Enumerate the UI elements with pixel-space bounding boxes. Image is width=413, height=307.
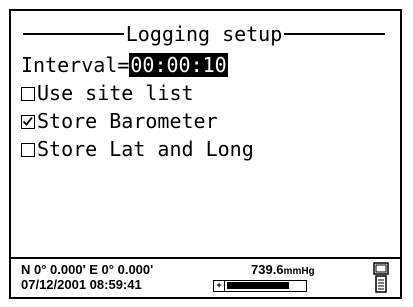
interval-row[interactable]: Interval=00:00:10 xyxy=(21,51,228,79)
checkbox-use-site-list[interactable] xyxy=(21,87,35,101)
checkbox-store-barometer[interactable] xyxy=(21,115,35,129)
device-screen: Logging setup Interval=00:00:10 Use site… xyxy=(9,9,402,299)
battery-level-fill xyxy=(227,282,289,289)
pressure-unit: mmHg xyxy=(283,266,315,277)
checkmark-icon xyxy=(22,116,33,126)
status-bar: N 0° 0.000' E 0° 0.000' 07/12/2001 08:59… xyxy=(11,257,400,297)
gps-coordinates: N 0° 0.000' E 0° 0.000' xyxy=(21,262,154,277)
barometer-reading: 739.6mmHg xyxy=(251,262,315,279)
interval-field[interactable]: 00:00:10 xyxy=(129,53,228,77)
title-rule-right xyxy=(284,33,386,35)
battery-icon xyxy=(215,281,225,291)
option-store-lat-long[interactable]: Store Lat and Long xyxy=(21,135,254,163)
option-label: Store Barometer xyxy=(37,109,218,133)
option-store-barometer[interactable]: Store Barometer xyxy=(21,107,218,135)
interval-label: Interval= xyxy=(21,53,130,77)
screen-title: Logging setup xyxy=(125,22,283,46)
date-time: 07/12/2001 08:59:41 xyxy=(21,277,142,292)
option-label: Store Lat and Long xyxy=(37,137,254,161)
option-label: Use site list xyxy=(37,81,194,105)
handheld-device-icon xyxy=(373,262,389,293)
battery-gauge xyxy=(213,280,307,292)
screen-title-bar: Logging setup xyxy=(23,21,386,47)
option-use-site-list[interactable]: Use site list xyxy=(21,79,194,107)
checkbox-store-lat-long[interactable] xyxy=(21,143,35,157)
pressure-value: 739.6 xyxy=(251,262,284,277)
title-rule-left xyxy=(23,33,124,35)
